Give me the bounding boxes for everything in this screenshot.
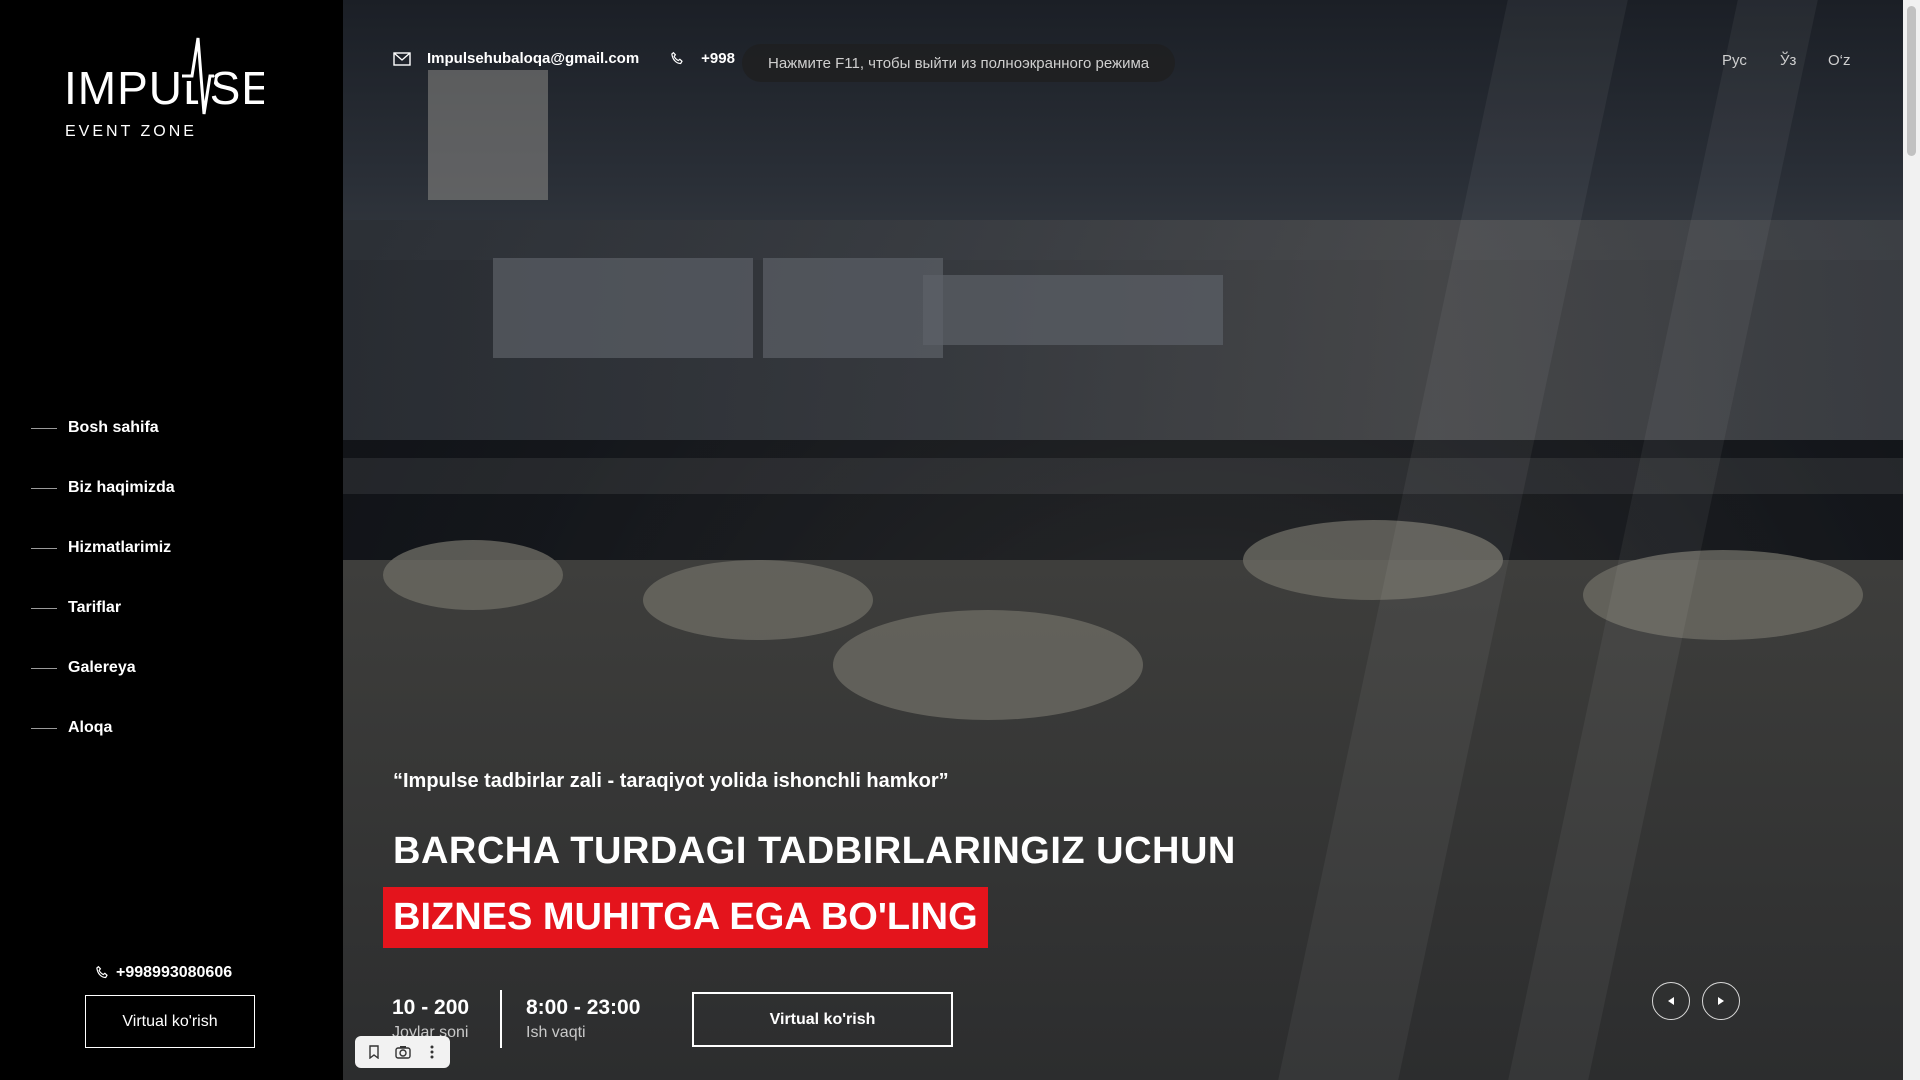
bookmark-button[interactable]: [362, 1040, 386, 1064]
sidebar-virtual-tour-button[interactable]: Virtual ko'rish: [85, 995, 255, 1048]
hero-virtual-tour-button[interactable]: Virtual ko'rish: [692, 992, 953, 1047]
nav-dash: [31, 727, 57, 729]
phone-icon: [96, 965, 108, 979]
nav-label: Hizmatlarimiz: [68, 539, 172, 556]
screenshot-button[interactable]: [391, 1040, 415, 1064]
topbar: Impulsehubaloqa@gmail.com +998: [393, 50, 765, 67]
more-button[interactable]: [420, 1040, 444, 1064]
stat-value: 8:00 - 23:00: [526, 996, 641, 1019]
hero-photo-table: [833, 610, 1143, 720]
stat-label: Ish vaqti: [526, 1024, 586, 1041]
envelope-icon: [393, 51, 411, 66]
hero-headline: BARCHA TURDAGI TADBIRLARINGIZ UCHUN: [393, 830, 1236, 872]
nav-item-services[interactable]: Hizmatlarimiz: [31, 518, 175, 578]
nav-label: Galereya: [68, 659, 136, 676]
nav-label: Tariflar: [68, 599, 122, 616]
topbar-phone-text: +998: [701, 50, 735, 67]
hero-photo-table: [643, 560, 873, 640]
topbar-email-text: Impulsehubaloqa@gmail.com: [427, 50, 640, 67]
nav-item-contact[interactable]: Aloqa: [31, 698, 175, 758]
nav-label: Bosh sahifa: [68, 419, 159, 436]
hero-photo-banner: [428, 70, 548, 200]
nav-dash: [31, 487, 57, 489]
logo[interactable]: IMPULSE EVENT ZONE: [64, 36, 264, 144]
logo-mark: IMPULSE: [64, 37, 264, 115]
nav-item-tariffs[interactable]: Tariflar: [31, 578, 175, 638]
camera-icon: [394, 1046, 411, 1059]
hero-photo-band: [343, 458, 1903, 494]
hero-photo-board: [493, 258, 753, 358]
nav-dash: [31, 607, 57, 609]
nav-dash: [31, 667, 57, 669]
hero-photo-table: [383, 540, 563, 610]
main-nav: Bosh sahifa Biz haqimizda Hizmatlarimiz …: [31, 398, 175, 758]
nav-label: Aloqa: [68, 719, 113, 736]
chevron-right-icon: [1718, 997, 1724, 1005]
scrollbar-thumb[interactable]: [1907, 6, 1916, 156]
svg-text:IMPULSE: IMPULSE: [64, 62, 264, 114]
lang-uz-latin[interactable]: O‘z: [1828, 52, 1851, 69]
topbar-phone[interactable]: +998: [669, 50, 735, 67]
slider-next-button[interactable]: [1702, 982, 1740, 1020]
hero-photo-board: [923, 275, 1223, 345]
hero-headline-highlight: BIZNES MUHITGA EGA BO'LING: [383, 887, 988, 948]
lang-uz-cyrillic[interactable]: Ўз: [1780, 52, 1796, 69]
logo-subtitle: EVENT ZONE: [65, 123, 197, 140]
nav-label: Biz haqimizda: [68, 479, 175, 496]
topbar-email[interactable]: Impulsehubaloqa@gmail.com: [393, 50, 639, 67]
bookmark-icon: [368, 1045, 379, 1059]
floating-toolbar: [355, 1036, 450, 1068]
nav-item-about[interactable]: Biz haqimizda: [31, 458, 175, 518]
more-vertical-icon: [430, 1045, 433, 1059]
sidebar-phone-number: +998993080606: [116, 964, 233, 981]
sidebar-phone[interactable]: +998993080606: [94, 964, 232, 982]
nav-dash: [31, 547, 57, 549]
fullscreen-toast: Нажмите F11, чтобы выйти из полноэкранно…: [742, 44, 1176, 82]
chevron-left-icon: [1668, 997, 1674, 1005]
nav-item-gallery[interactable]: Galereya: [31, 638, 175, 698]
hero-photo-board: [763, 258, 943, 358]
nav-dash: [31, 427, 57, 429]
slider-prev-button[interactable]: [1652, 982, 1690, 1020]
phone-icon: [671, 51, 683, 64]
nav-item-home[interactable]: Bosh sahifa: [31, 398, 175, 458]
stat-divider: [500, 990, 502, 1048]
stat-value: 10 - 200: [392, 996, 470, 1019]
hero-quote: “Impulse tadbirlar zali - taraqiyot yoli…: [393, 770, 949, 792]
stat-hours: 8:00 - 23:00 Ish vaqti: [526, 996, 640, 1042]
lang-ru[interactable]: Рус: [1722, 52, 1747, 69]
sidebar: IMPULSE EVENT ZONE Bosh sahifa Biz haqim…: [0, 0, 343, 1080]
page-scrollbar[interactable]: [1903, 0, 1920, 1080]
